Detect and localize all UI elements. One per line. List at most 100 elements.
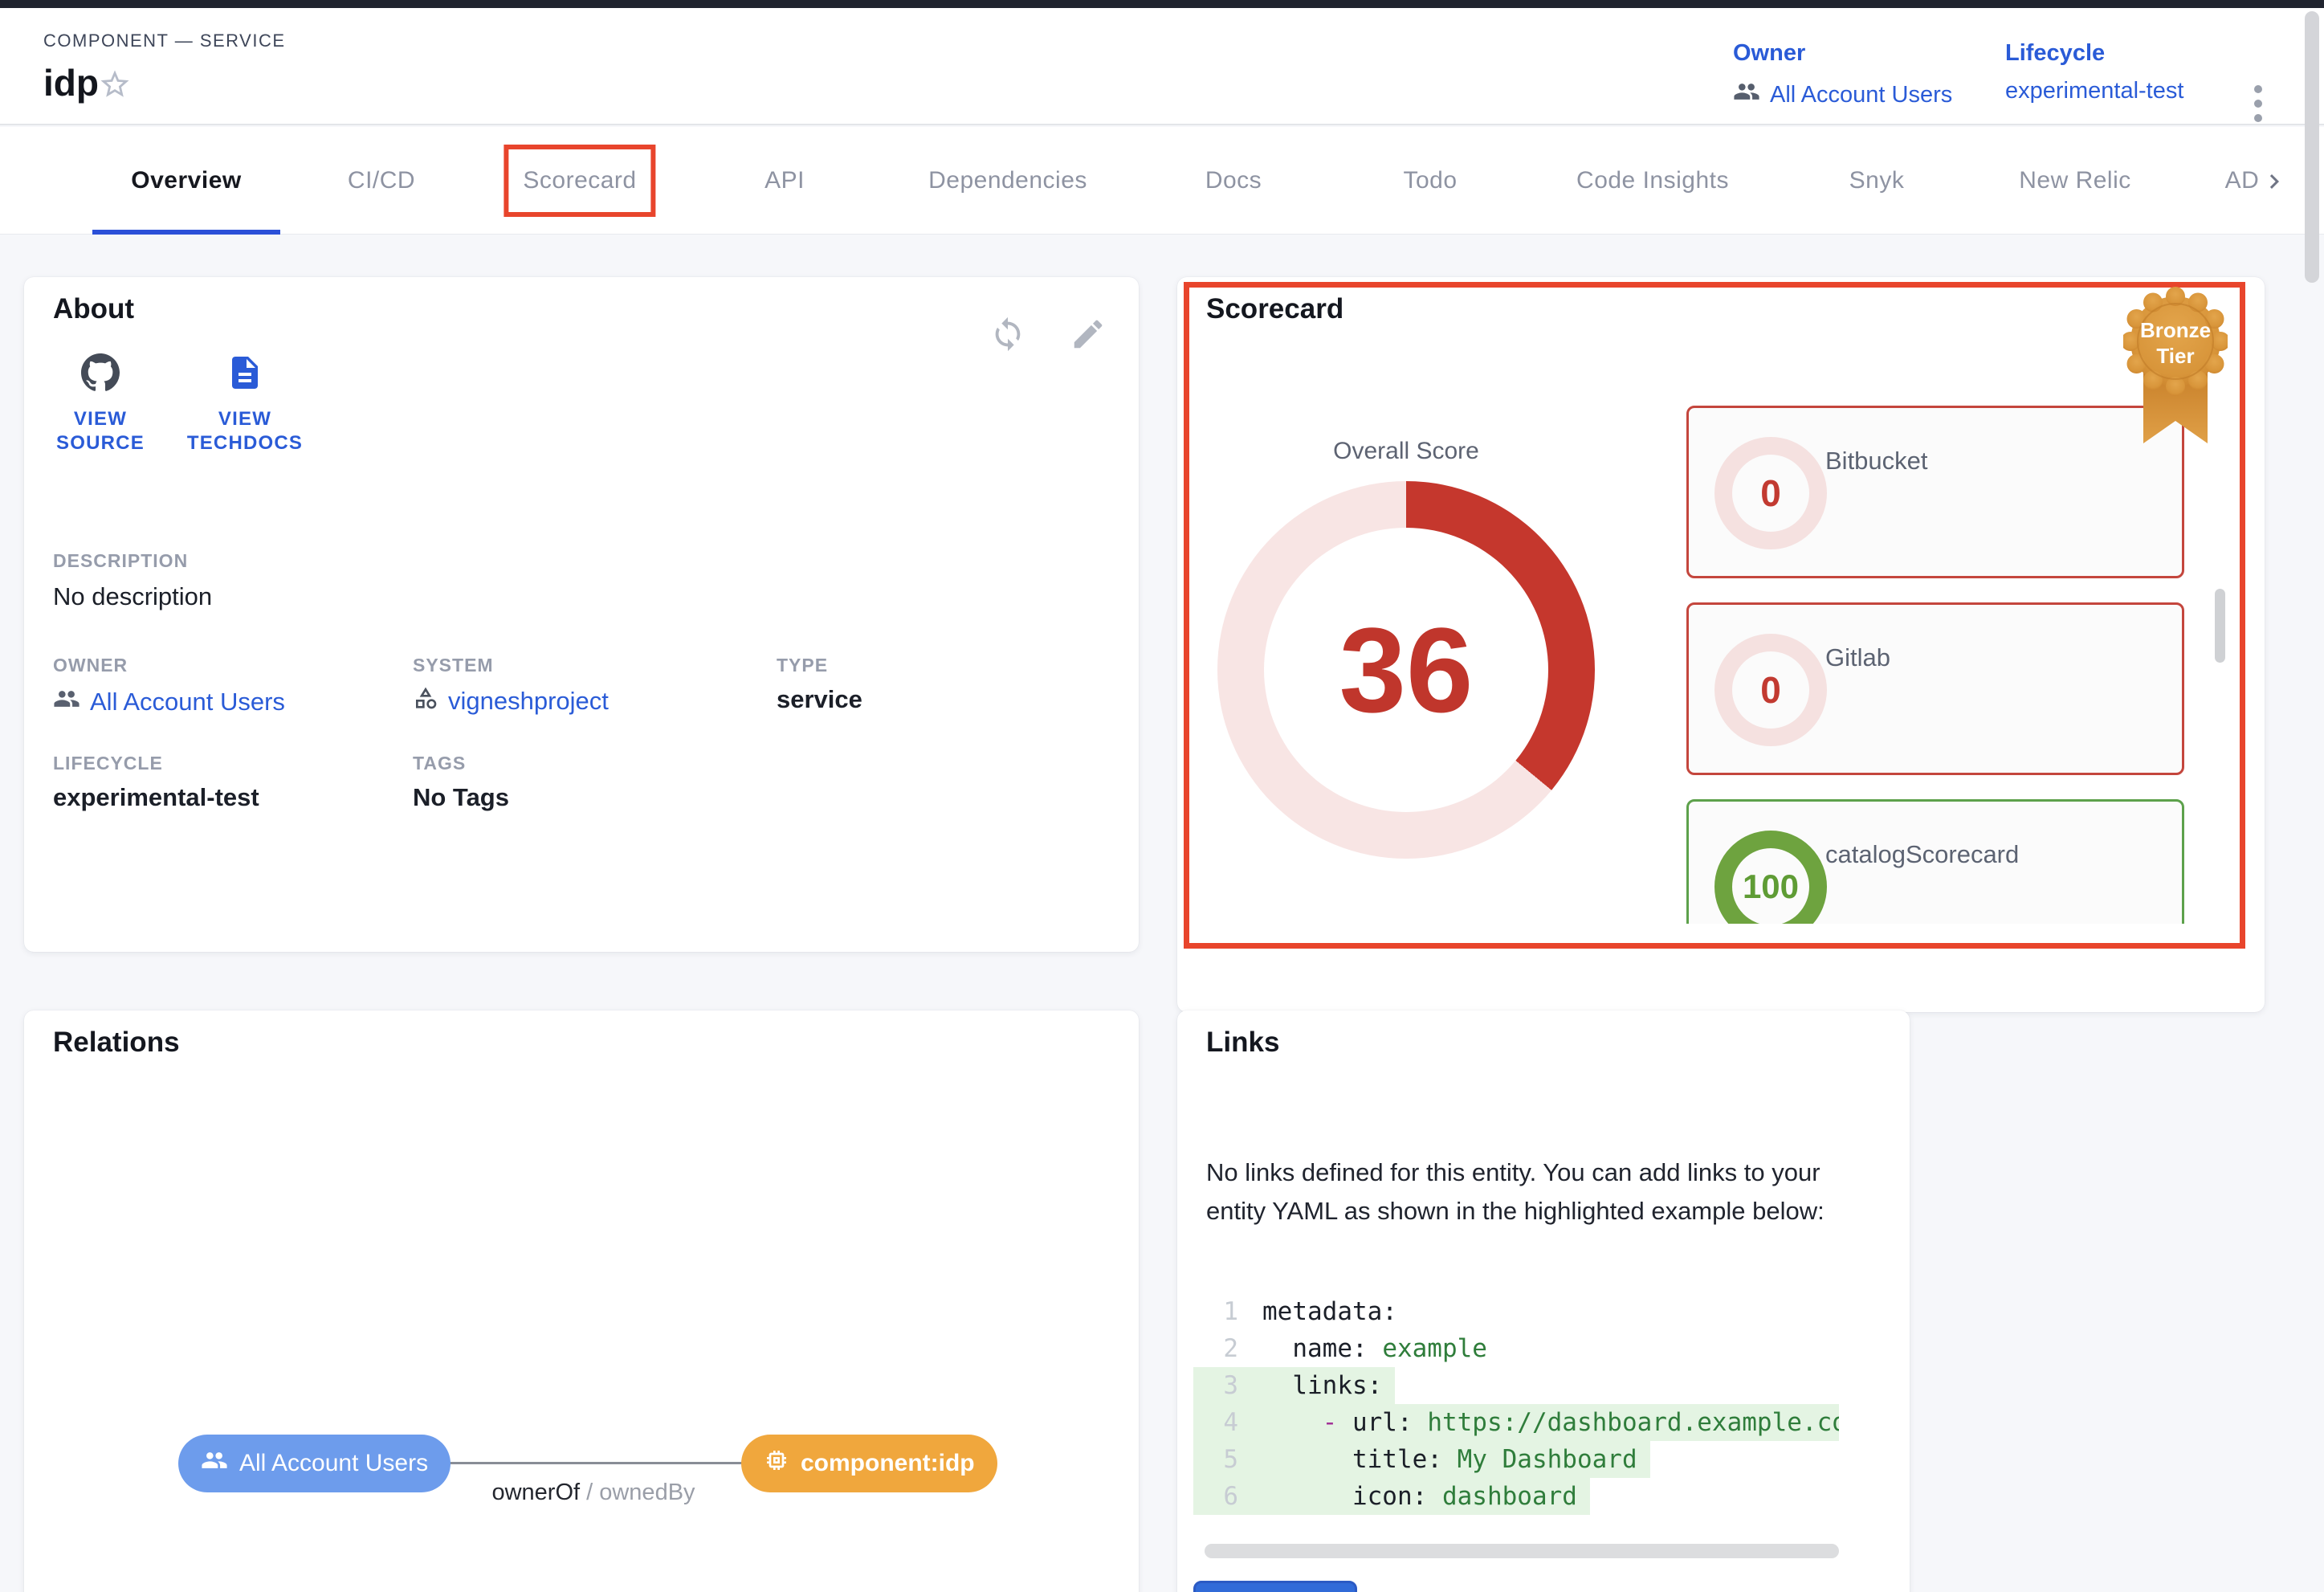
relation-edge-line	[445, 1462, 742, 1464]
score-ring: 0	[1714, 437, 1827, 549]
type-field-label: TYPE	[777, 655, 828, 676]
people-icon	[1733, 78, 1760, 112]
page-title: idp	[43, 61, 99, 104]
description-value: No description	[53, 582, 212, 611]
score-item-gitlab[interactable]: 0Gitlab	[1686, 602, 2184, 775]
code-line-2: 2 name: example	[1193, 1330, 1500, 1367]
tab-api[interactable]: API	[764, 127, 805, 235]
people-icon	[201, 1447, 228, 1480]
owner-field-label: OWNER	[53, 655, 128, 676]
cut-off-blue-button[interactable]	[1193, 1581, 1357, 1592]
breadcrumb: COMPONENT — SERVICE	[43, 31, 286, 51]
entity-tabbar: Overview CI/CD Scorecard API Dependencies Doc…	[0, 127, 2324, 235]
lifecycle-block: Lifecycle experimental-test	[2005, 40, 2183, 104]
code-line-4: 4 - url: https://dashboard.example.co	[1193, 1404, 1839, 1441]
relation-node-component[interactable]: component:idp	[741, 1435, 997, 1492]
score-ring: 0	[1714, 634, 1827, 746]
owner-field-value: All Account Users	[90, 688, 285, 716]
score-item-name: Bitbucket	[1825, 447, 1928, 476]
tab-todo[interactable]: Todo	[1403, 127, 1457, 235]
owner-link[interactable]: All Account Users	[1733, 78, 1952, 112]
tags-field-value: No Tags	[413, 783, 509, 812]
view-techdocs-label: VIEW TECHDOCS	[187, 408, 303, 454]
tab-overview[interactable]: Overview	[131, 127, 241, 235]
people-icon	[53, 685, 80, 719]
overall-score-value: 36	[1339, 601, 1474, 740]
overall-score-donut: 36	[1217, 481, 1595, 859]
view-source-link[interactable]: VIEW SOURCE	[48, 353, 153, 455]
page-scrollbar[interactable]	[2305, 11, 2319, 283]
view-source-label: VIEW SOURCE	[56, 408, 145, 454]
score-item-bitbucket[interactable]: 0Bitbucket	[1686, 406, 2184, 578]
lifecycle-label: Lifecycle	[2005, 40, 2183, 67]
tab-ad[interactable]: AD	[2225, 127, 2258, 235]
code-line-1: 1metadata:	[1193, 1293, 1410, 1330]
edit-pencil-icon[interactable]	[1070, 316, 1107, 353]
score-item-name: catalogScorecard	[1825, 840, 2019, 869]
lifecycle-value: experimental-test	[2005, 78, 2183, 104]
refresh-icon[interactable]	[989, 316, 1026, 353]
owner-label: Owner	[1733, 40, 1952, 67]
lifecycle-field-value: experimental-test	[53, 783, 259, 812]
score-item-name: Gitlab	[1825, 643, 1890, 672]
tabs-scroll-chevron-right-icon[interactable]	[2260, 167, 2289, 196]
tabs-strip: Overview CI/CD Scorecard API Dependencies Doc…	[0, 127, 2258, 235]
about-card: About VIEW SOURCE VIEW TECHDOCS DESCRIPT…	[24, 277, 1139, 952]
owner-value: All Account Users	[1770, 82, 1952, 108]
overall-score-label: Overall Score	[1242, 438, 1571, 465]
code-horizontal-scrollbar[interactable]	[1205, 1544, 1839, 1558]
view-techdocs-link[interactable]: VIEW TECHDOCS	[185, 353, 305, 455]
favorite-star-icon[interactable]	[98, 67, 132, 101]
tab-snyk[interactable]: Snyk	[1849, 127, 1905, 235]
tab-ci-cd[interactable]: CI/CD	[348, 127, 415, 235]
relations-title: Relations	[53, 1027, 180, 1059]
relations-card: Relations All Account Users component:id…	[24, 1010, 1139, 1592]
entity-header: COMPONENT — SERVICE idp Owner All Accoun…	[0, 8, 2324, 125]
owner-field-link[interactable]: All Account Users	[53, 685, 285, 719]
scorecard-tab-highlight-annotation	[504, 145, 655, 217]
code-line-6: 6 icon: dashboard	[1193, 1478, 1590, 1515]
tab-docs[interactable]: Docs	[1205, 127, 1262, 235]
more-options-kebab-icon[interactable]	[2247, 79, 2269, 129]
bronze-tier-badge: Bronze Tier	[2123, 281, 2228, 458]
active-tab-underline	[92, 230, 280, 235]
scorecard-card: Scorecard	[1177, 277, 2265, 1012]
badge-line2: Tier	[2156, 344, 2194, 368]
tab-dependencies[interactable]: Dependencies	[928, 127, 1087, 235]
lifecycle-field-label: LIFECYCLE	[53, 753, 163, 774]
badge-line1: Bronze	[2140, 318, 2211, 342]
relation-node-owner[interactable]: All Account Users	[178, 1435, 451, 1492]
system-field-link[interactable]: vigneshproject	[413, 685, 609, 717]
component-page: COMPONENT — SERVICE idp Owner All Accoun…	[0, 0, 2324, 1592]
links-title: Links	[1206, 1027, 1279, 1059]
relation-node-owner-label: All Account Users	[239, 1450, 428, 1477]
code-line-3: 3 links:	[1193, 1367, 1395, 1404]
system-field-label: SYSTEM	[413, 655, 494, 676]
code-line-5: 5 title: My Dashboard	[1193, 1441, 1650, 1478]
system-field-value: vigneshproject	[448, 687, 609, 716]
description-label: DESCRIPTION	[53, 550, 188, 572]
tab-new-relic[interactable]: New Relic	[2019, 127, 2131, 235]
owner-block: Owner All Account Users	[1733, 40, 1952, 112]
score-items-list: 0Bitbucket0Gitlab100catalogScorecard	[1686, 406, 2184, 924]
relation-edge-label: ownerOf / ownedBy	[445, 1480, 742, 1506]
links-empty-message: No links defined for this entity. You ca…	[1206, 1153, 1865, 1231]
chip-icon	[764, 1447, 789, 1480]
window-top-bar	[0, 0, 2324, 8]
score-list-scrollbar[interactable]	[2215, 589, 2225, 663]
yaml-example-code: 1metadata:2 name: example3 links:4 - url…	[1193, 1293, 1839, 1515]
relation-node-component-label: component:idp	[801, 1450, 975, 1477]
tab-scorecard[interactable]: Scorecard	[523, 127, 636, 235]
score-ring: 100	[1714, 831, 1827, 924]
system-category-icon	[413, 685, 438, 717]
github-icon	[48, 353, 153, 396]
relation-reverse-label: ownedBy	[599, 1480, 695, 1505]
type-field-value: service	[777, 685, 862, 714]
score-item-catalogscorecard[interactable]: 100catalogScorecard	[1686, 799, 2184, 924]
scorecard-title: Scorecard	[1206, 293, 1343, 325]
links-card: Links No links defined for this entity. …	[1177, 1010, 1910, 1592]
relation-forward-label: ownerOf	[491, 1480, 580, 1505]
about-title: About	[53, 293, 134, 325]
tab-code-insights[interactable]: Code Insights	[1576, 127, 1729, 235]
tags-field-label: TAGS	[413, 753, 466, 774]
